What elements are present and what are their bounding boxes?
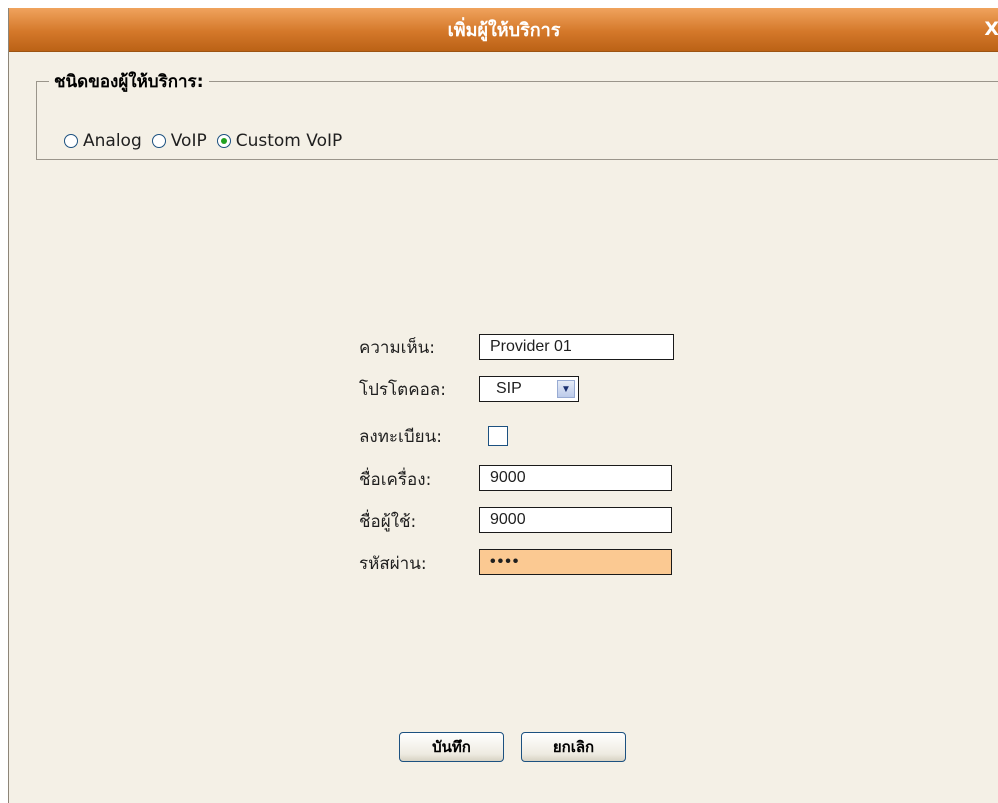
chevron-down-icon[interactable]: ▼ <box>557 380 575 398</box>
provider-type-legend: ชนิดของผู้ให้บริการ: <box>54 72 204 92</box>
host-input[interactable] <box>479 465 672 491</box>
protocol-select[interactable]: SIP ▼ <box>479 376 579 402</box>
radio-custom-voip[interactable]: Custom VoIP <box>216 131 343 151</box>
provider-type-group: ชนิดของผู้ให้บริการ: Analog VoIP Custom … <box>36 68 998 160</box>
radio-voip[interactable]: VoIP <box>151 131 207 151</box>
dialog-titlebar: เพิ่มผู้ให้บริการ X <box>9 8 998 52</box>
close-icon[interactable]: X <box>984 18 998 40</box>
radio-custom-voip-circle-icon[interactable] <box>216 134 231 148</box>
protocol-label: โปรโตคอล: <box>359 380 446 400</box>
dialog-title: เพิ่มผู้ให้บริการ <box>447 20 561 41</box>
protocol-select-value: SIP <box>496 380 522 397</box>
save-button[interactable]: บันทึก <box>399 732 504 762</box>
username-input[interactable] <box>479 507 672 533</box>
host-label: ชื่อเครื่อง: <box>359 470 432 490</box>
radio-analog-circle-icon[interactable] <box>64 134 78 148</box>
comment-input[interactable] <box>479 334 674 360</box>
register-checkbox[interactable] <box>488 426 508 446</box>
radio-voip-label: VoIP <box>170 131 207 151</box>
radio-custom-voip-label: Custom VoIP <box>235 131 343 151</box>
comment-label: ความเห็น: <box>359 338 436 358</box>
username-label: ชื่อผู้ใช้: <box>359 512 417 532</box>
cancel-button[interactable]: ยกเลิก <box>521 732 626 762</box>
provider-type-options: Analog VoIP Custom VoIP <box>64 131 352 151</box>
radio-analog[interactable]: Analog <box>64 131 142 151</box>
radio-analog-label: Analog <box>83 131 142 151</box>
password-input[interactable] <box>479 549 672 575</box>
password-label: รหัสผ่าน: <box>359 554 427 574</box>
add-provider-dialog: เพิ่มผู้ให้บริการ X ชนิดของผู้ให้บริการ:… <box>8 8 998 803</box>
radio-voip-circle-icon[interactable] <box>151 134 166 148</box>
register-label: ลงทะเบียน: <box>359 427 442 447</box>
